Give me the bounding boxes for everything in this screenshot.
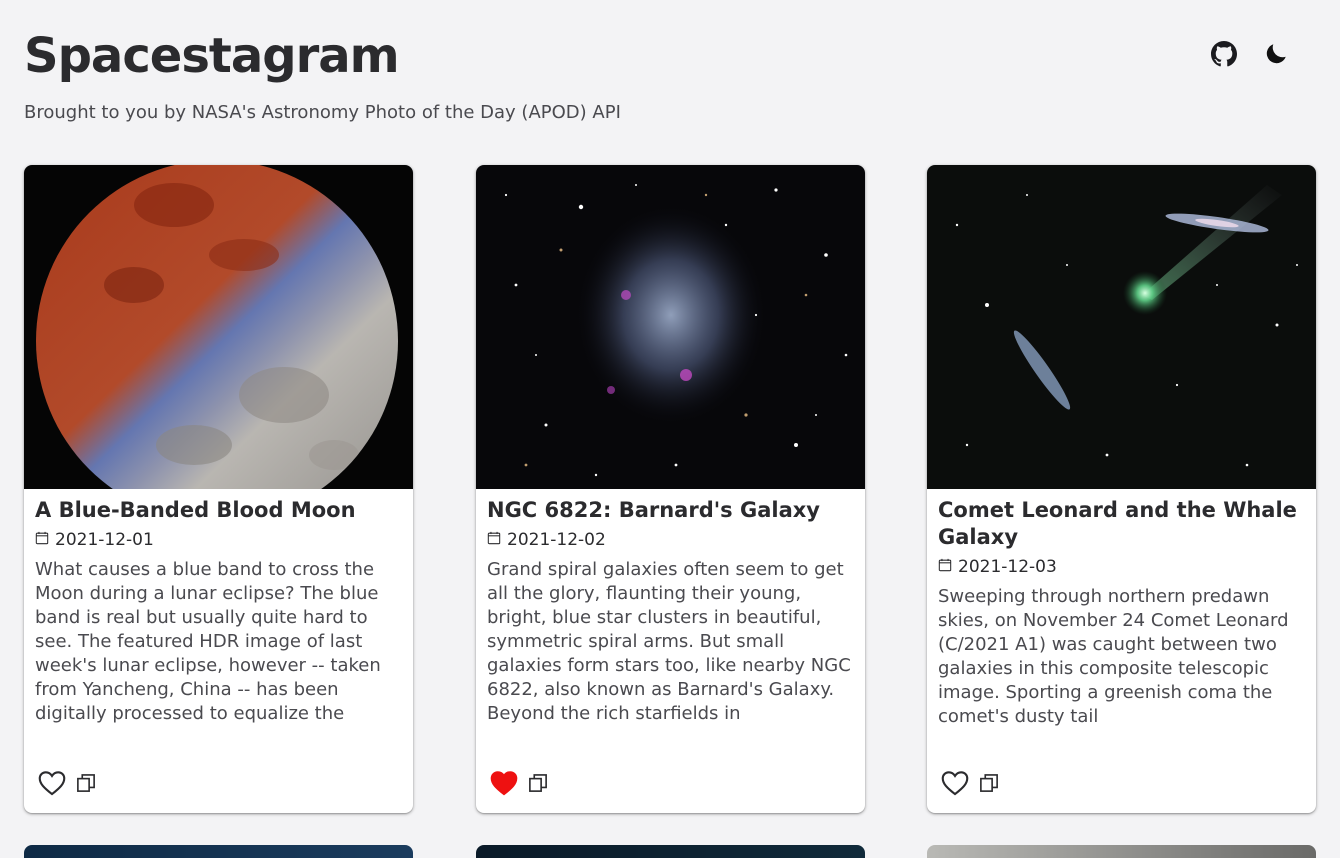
heart-icon[interactable]: [38, 770, 66, 801]
card-title: A Blue-Banded Blood Moon: [35, 498, 356, 522]
apod-card-partial[interactable]: [927, 845, 1316, 858]
card-image-comet-leonard[interactable]: [927, 165, 1316, 489]
calendar-icon: [938, 557, 952, 577]
copy-icon[interactable]: [979, 773, 999, 798]
card-image-barnards-galaxy[interactable]: [476, 165, 865, 489]
card-title: NGC 6822: Barnard's Galaxy: [487, 498, 820, 522]
moon-icon[interactable]: [1262, 40, 1290, 68]
card-description: Grand spiral galaxies often seem to get …: [487, 559, 851, 724]
card-description: Sweeping through northern predawn skies,…: [938, 586, 1289, 727]
page-subtitle: Brought to you by NASA's Astronomy Photo…: [24, 102, 621, 123]
copy-icon[interactable]: [528, 773, 548, 798]
card-date-text: 2021-12-01: [55, 530, 154, 550]
card-actions: [490, 770, 548, 801]
apod-card-partial[interactable]: [476, 845, 865, 858]
calendar-icon: [487, 530, 501, 550]
card-actions: [941, 770, 999, 801]
apod-card: A Blue-Banded Blood Moon 2021-12-01 What…: [24, 165, 413, 813]
header-actions: [1210, 40, 1290, 68]
card-date: 2021-12-02: [487, 530, 854, 550]
card-body: NGC 6822: Barnard's Galaxy 2021-12-02 Gr…: [487, 497, 854, 726]
card-date-text: 2021-12-02: [507, 530, 606, 550]
card-actions: [38, 770, 96, 801]
heart-filled-icon[interactable]: [490, 770, 518, 801]
card-date: 2021-12-01: [35, 530, 402, 550]
apod-card: Comet Leonard and the Whale Galaxy 2021-…: [927, 165, 1316, 813]
card-description: What causes a blue band to cross the Moo…: [35, 559, 381, 724]
github-icon[interactable]: [1210, 40, 1238, 68]
card-image-blood-moon[interactable]: [24, 165, 413, 489]
card-title: Comet Leonard and the Whale Galaxy: [938, 498, 1297, 549]
apod-card: NGC 6822: Barnard's Galaxy 2021-12-02 Gr…: [476, 165, 865, 813]
card-date-text: 2021-12-03: [958, 557, 1057, 577]
apod-card-partial[interactable]: [24, 845, 413, 858]
card-body: A Blue-Banded Blood Moon 2021-12-01 What…: [35, 497, 402, 726]
page-title: Spacestagram: [24, 28, 400, 84]
header: Spacestagram Brought to you by NASA's As…: [24, 28, 1316, 138]
card-date: 2021-12-03: [938, 557, 1305, 577]
copy-icon[interactable]: [76, 773, 96, 798]
calendar-icon: [35, 530, 49, 550]
heart-icon[interactable]: [941, 770, 969, 801]
card-body: Comet Leonard and the Whale Galaxy 2021-…: [938, 497, 1305, 729]
